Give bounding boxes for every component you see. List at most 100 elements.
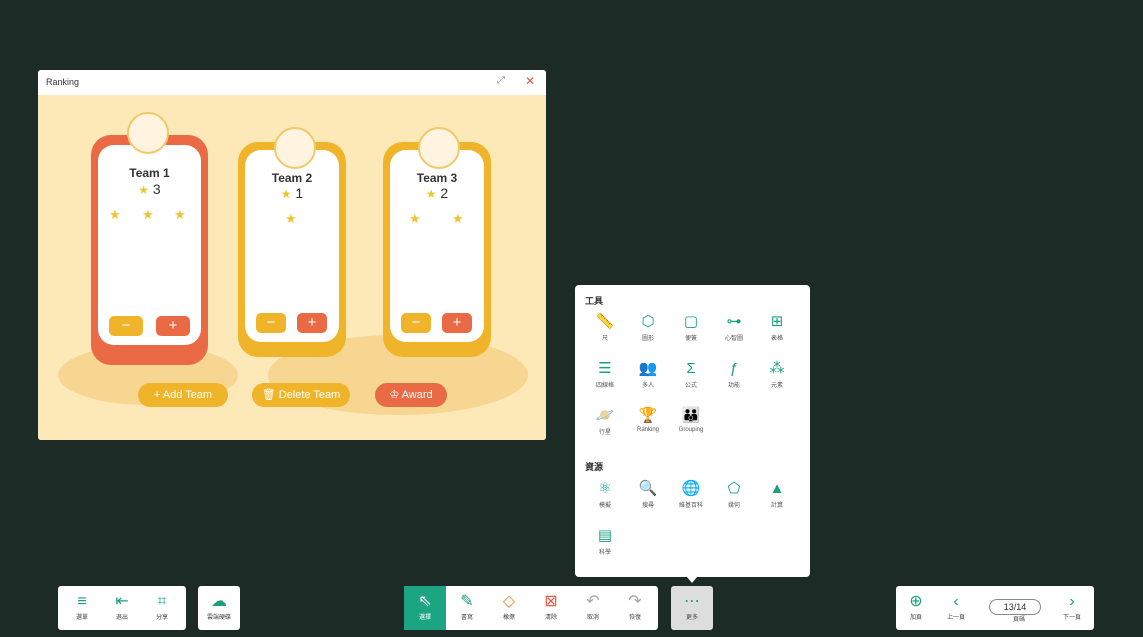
tool-geometry[interactable]: ⬠ 幾何 — [712, 480, 756, 509]
menu-icon: ≡ — [77, 593, 87, 610]
ruler-icon: 📏 — [595, 313, 615, 330]
prev-page-button[interactable]: ‹ 上一頁 — [940, 592, 972, 621]
ranking-window: Ranking ⤢ ✕ Team 1 ★ 3 ★ ★ ★ − + Team 2 — [38, 70, 546, 440]
pen-icon: ✎ — [460, 593, 474, 610]
menu-button[interactable]: ≡ 選單 — [62, 592, 102, 621]
close-icon[interactable]: ✕ — [525, 74, 535, 88]
add-page-button[interactable]: ⊕ 加頁 — [900, 592, 932, 621]
team-card: Team 3 ★ 2 ★ ★ − + — [383, 142, 491, 357]
toolbar-label: 清除 — [544, 615, 557, 621]
team-name: Team 3 — [416, 171, 458, 185]
team-name: Team 2 — [271, 171, 313, 185]
undo-button[interactable]: ↶ 取消 — [572, 586, 614, 630]
tool-shapes[interactable]: ⬡ 圖形 — [626, 313, 670, 342]
clear-icon: ⊠ — [544, 593, 558, 610]
add-team-button[interactable]: + Add Team — [138, 383, 228, 407]
undo-icon: ↶ — [586, 593, 600, 610]
tool-label: 四線格 — [595, 383, 614, 389]
tool-calculate[interactable]: ▲ 計算 — [755, 480, 799, 509]
star-icon: ★ — [452, 211, 464, 226]
tool-simulation[interactable]: ⚛ 模擬 — [583, 480, 627, 509]
award-button[interactable]: ♔ Award — [375, 383, 447, 407]
tool-science[interactable]: ▤ 科學 — [583, 527, 627, 556]
star-icon: ★ — [142, 207, 154, 222]
star-icon: ★ — [109, 207, 121, 222]
tools-section-title: 工具 — [585, 296, 604, 306]
tool-grouping[interactable]: 👪 Grouping — [669, 407, 713, 433]
plus-button[interactable]: + — [297, 313, 327, 333]
plus-button[interactable]: + — [156, 316, 190, 336]
trash-icon: 🗑 — [261, 389, 276, 401]
select-cursor-button[interactable]: ⇖ 選擇 — [404, 586, 446, 630]
clear-button[interactable]: ⊠ 清除 — [530, 586, 572, 630]
more-panel: 工具 📏 尺 ⬡ 圖形 ▢ 便簽 ⊶ 心智圖 ⊞ 表格 ☰ 四線格 👥 多人 Σ 公式 ƒ 功能 ⁂ 元素 🪐 行星 🏆 Ra… — [575, 285, 810, 577]
shapes-icon: ⬡ — [641, 313, 655, 330]
more-toolbar: ⋯ 更多 — [671, 586, 713, 630]
tool-label: 公式 — [684, 383, 697, 389]
tool-function[interactable]: ƒ 功能 — [712, 360, 756, 389]
next-page-button[interactable]: › 下一頁 — [1056, 592, 1088, 621]
plus-button[interactable]: + — [442, 313, 472, 333]
tool-formula[interactable]: Σ 公式 — [669, 360, 713, 389]
redo-button[interactable]: ↷ 恢復 — [614, 586, 656, 630]
tool-four-line[interactable]: ☰ 四線格 — [583, 360, 627, 389]
mindmap-icon: ⊶ — [726, 313, 742, 330]
minus-button[interactable]: − — [256, 313, 286, 333]
window-title: Ranking — [46, 77, 80, 87]
tool-search[interactable]: 🔍 搜尋 — [626, 480, 670, 509]
chevron-right-icon: › — [1069, 593, 1075, 610]
qr-share-icon: ⌗ — [157, 593, 167, 610]
maximize-icon[interactable]: ⤢ — [497, 75, 505, 86]
tool-note[interactable]: ▢ 便簽 — [669, 313, 713, 342]
tool-label: 計算 — [770, 503, 783, 509]
function-icon: ƒ — [729, 360, 739, 377]
tool-planet[interactable]: 🪐 行星 — [583, 407, 627, 436]
team-score: ★ 3 — [138, 181, 161, 197]
tool-ruler[interactable]: 📏 尺 — [583, 313, 627, 342]
team-avatar — [127, 112, 169, 154]
cloud-label: 雲端硬碟 — [206, 615, 231, 621]
minus-button[interactable]: − — [109, 316, 143, 336]
tool-elements[interactable]: ⁂ 元素 — [755, 360, 799, 389]
planet-icon: 🪐 — [595, 407, 615, 424]
tool-label: 科學 — [598, 550, 611, 556]
exit-icon: ⇤ — [115, 593, 129, 610]
tool-multi-user[interactable]: 👥 多人 — [626, 360, 670, 389]
left-toolbar: ≡ 選單 ⇤ 退出 ⌗ 分享 — [58, 586, 186, 630]
delete-team-button[interactable]: 🗑 Delete Team — [252, 383, 350, 407]
panel-pointer — [687, 577, 697, 583]
elements-icon: ⁂ — [769, 360, 785, 377]
prev-page-label: 上一頁 — [946, 615, 965, 621]
tool-ranking[interactable]: 🏆 Ranking — [626, 407, 670, 433]
tool-mindmap[interactable]: ⊶ 心智圖 — [712, 313, 756, 342]
add-page-label: 加頁 — [909, 615, 922, 621]
tool-label: 模擬 — [598, 503, 611, 509]
select-cursor-icon: ⇖ — [418, 593, 432, 610]
toolbar-label: 書寫 — [460, 615, 473, 621]
team-score: ★ 2 — [425, 185, 449, 201]
wikipedia-icon: 🌐 — [681, 480, 701, 497]
minus-button[interactable]: − — [401, 313, 431, 333]
cloud-drive-button[interactable]: ☁ 雲端硬碟 — [198, 592, 240, 621]
qr-share-button[interactable]: ⌗ 分享 — [142, 592, 182, 621]
team-card: Team 2 ★ 1 ★ − + — [238, 142, 346, 357]
exit-button[interactable]: ⇤ 退出 — [102, 592, 142, 621]
ranking-icon: 🏆 — [638, 407, 658, 424]
more-label: 更多 — [685, 615, 698, 621]
eraser-button[interactable]: ◇ 橡擦 — [488, 586, 530, 630]
toolbar-label: 選單 — [75, 615, 88, 621]
delete-team-label: Delete Team — [278, 389, 341, 401]
tool-table[interactable]: ⊞ 表格 — [755, 313, 799, 342]
pen-button[interactable]: ✎ 書寫 — [446, 586, 488, 630]
formula-icon: Σ — [686, 360, 696, 377]
more-button[interactable]: ⋯ 更多 — [671, 592, 713, 621]
tool-label: Grouping — [678, 427, 704, 433]
page-number-label: 頁碼 — [1012, 617, 1025, 623]
page-number-box[interactable]: 13/14 — [989, 599, 1041, 615]
team-avatar — [274, 127, 316, 169]
add-page-icon: ⊕ — [909, 593, 923, 610]
tool-wikipedia[interactable]: 🌐 維基百科 — [669, 480, 713, 509]
page-number-label-wrap: 頁碼 — [1004, 614, 1034, 623]
team-score: ★ 1 — [280, 185, 304, 201]
star-icon: ★ — [285, 211, 297, 226]
